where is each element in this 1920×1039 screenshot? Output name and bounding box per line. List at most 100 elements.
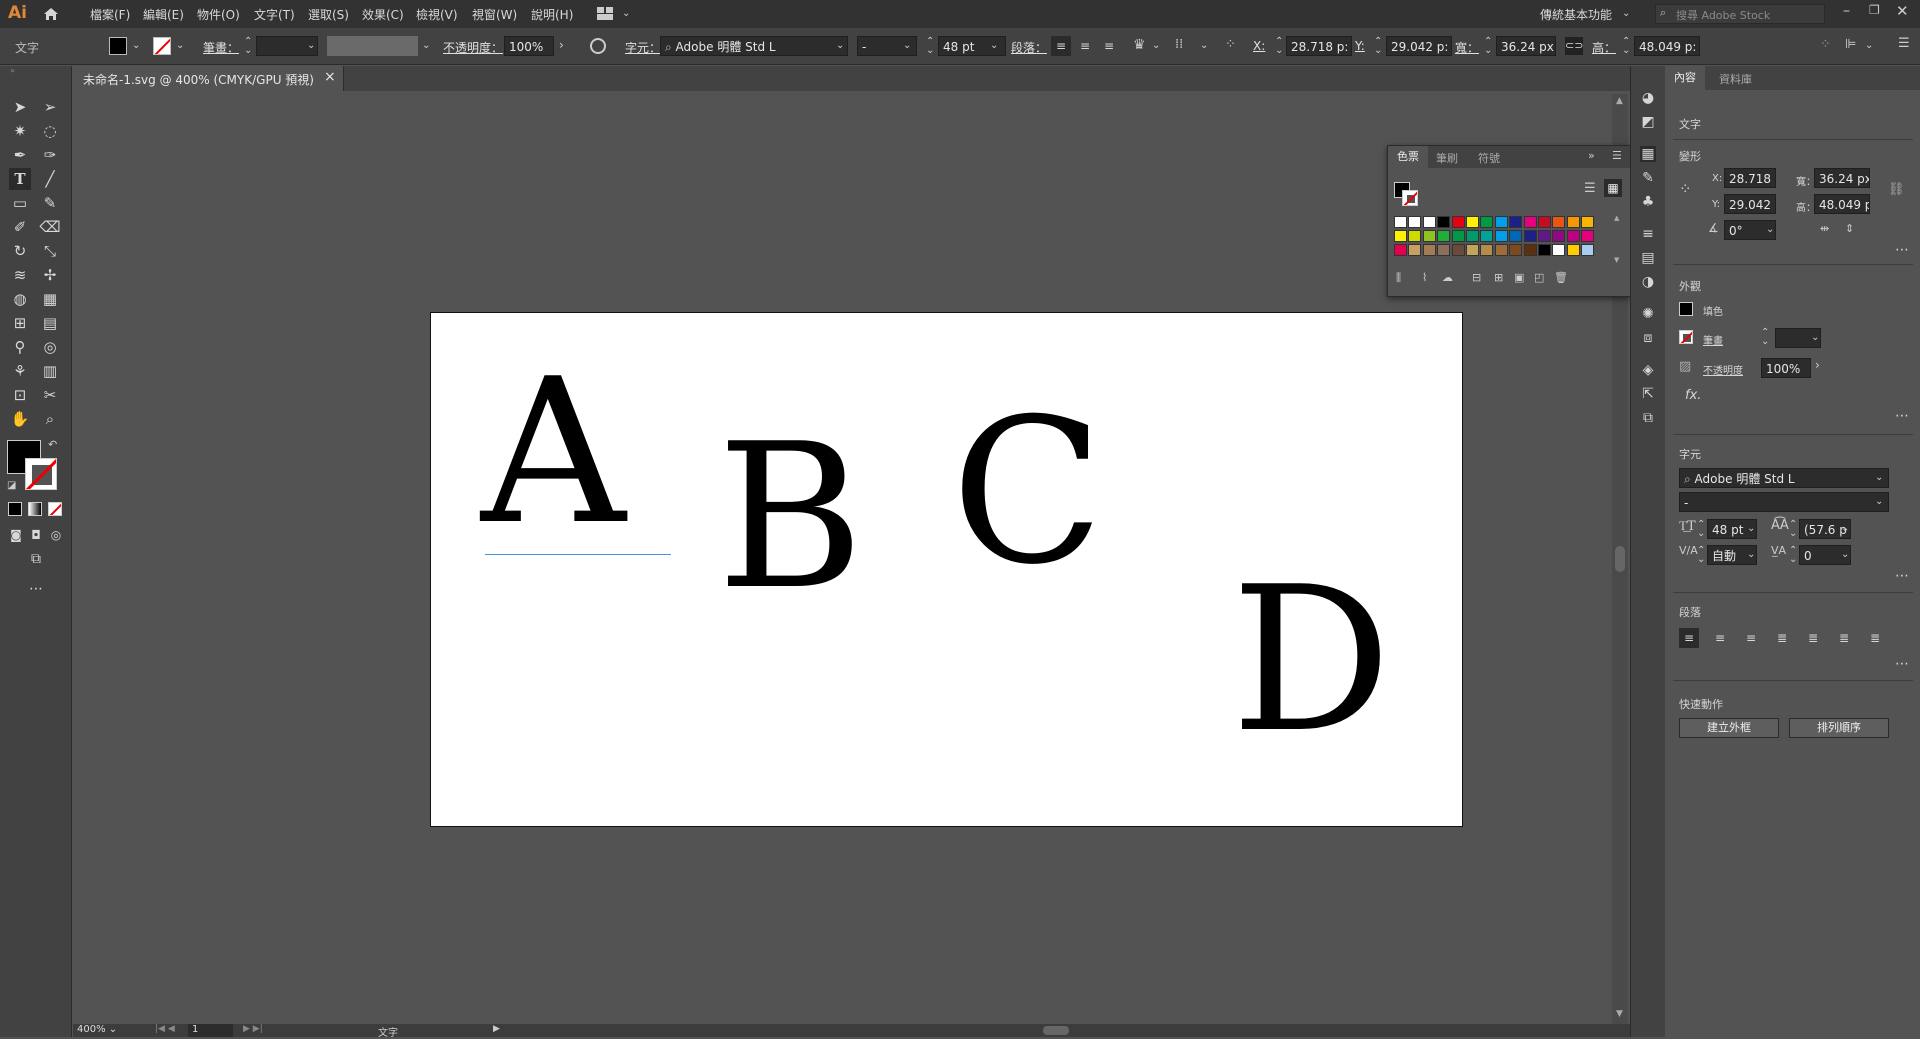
chevron-down-icon[interactable]: ⌄ bbox=[1200, 40, 1208, 51]
rectangle-tool-icon[interactable]: ▭ bbox=[9, 192, 31, 214]
graphic-styles-icon[interactable]: ⧈ bbox=[1640, 330, 1656, 346]
x-field[interactable]: 28.718 p bbox=[1724, 168, 1776, 188]
more-options-icon[interactable]: ⋯ bbox=[1895, 242, 1910, 258]
opacity-field[interactable]: 100% bbox=[1761, 358, 1811, 378]
perspective-grid-icon[interactable]: ▦ bbox=[39, 288, 61, 310]
stroke-swatch[interactable] bbox=[153, 37, 171, 55]
zoom-tool-icon[interactable]: ⌕ bbox=[39, 408, 61, 430]
workspace-switcher[interactable]: 傳統基本功能 bbox=[1540, 6, 1612, 23]
column-graph-icon[interactable]: ▥ bbox=[39, 360, 61, 382]
horizontal-scroll-thumb[interactable] bbox=[1043, 1026, 1069, 1035]
color-swatch[interactable] bbox=[1494, 244, 1508, 256]
grid-view-icon[interactable]: ▦ bbox=[1604, 179, 1622, 197]
appearance-panel-icon[interactable]: ✺ bbox=[1640, 306, 1656, 322]
color-swatch[interactable] bbox=[1552, 216, 1566, 228]
stroke-color-box[interactable] bbox=[25, 458, 57, 490]
chevron-right-icon[interactable]: › bbox=[559, 38, 564, 52]
chevron-down-icon[interactable]: ⌄ bbox=[990, 40, 998, 51]
rotate-tool-icon[interactable]: ↻ bbox=[9, 240, 31, 262]
menu-file[interactable]: 檔案(F) bbox=[90, 6, 130, 23]
color-swatch[interactable] bbox=[1466, 244, 1479, 256]
x-stepper[interactable]: ⌃ ⌄ bbox=[1275, 37, 1283, 56]
gradient-tool-icon[interactable]: ▤ bbox=[39, 312, 61, 334]
letter-c[interactable]: C bbox=[951, 393, 1104, 593]
mesh-tool-icon[interactable]: ⊞ bbox=[9, 312, 31, 334]
flip-horizontal-icon[interactable]: ⇹ bbox=[1820, 222, 1829, 235]
width-field[interactable]: 36.24 px bbox=[1496, 36, 1556, 56]
swatch-kind-icon[interactable]: ⌇ bbox=[1422, 271, 1427, 284]
chevron-down-icon[interactable]: ⌄ bbox=[903, 40, 911, 51]
selection-tool-icon[interactable]: ➤ bbox=[9, 96, 31, 118]
color-swatch[interactable] bbox=[1581, 244, 1595, 256]
chevron-down-icon[interactable]: ⌄ bbox=[1875, 472, 1883, 483]
color-swatch[interactable] bbox=[1509, 230, 1523, 242]
constrain-proportions-icon[interactable]: ⛓ bbox=[1888, 182, 1905, 197]
artboard[interactable]: A B C D bbox=[430, 312, 1463, 827]
draw-normal-icon[interactable]: ◙ bbox=[5, 524, 27, 546]
chevron-down-icon[interactable]: ⌄ bbox=[1875, 496, 1883, 507]
home-icon[interactable] bbox=[42, 6, 60, 22]
cloud-icon[interactable]: ☁ bbox=[1442, 271, 1453, 284]
chevron-down-icon[interactable]: ⌄ bbox=[1747, 523, 1755, 534]
align-right-icon[interactable]: ≡ bbox=[1741, 628, 1761, 648]
color-swatch[interactable] bbox=[1437, 230, 1451, 242]
swatch-options-icon[interactable]: ⊟ bbox=[1472, 271, 1481, 284]
app-logo[interactable]: Ai bbox=[8, 3, 27, 23]
swap-colors-icon[interactable]: ↶ bbox=[48, 438, 57, 451]
artboards-panel-icon[interactable]: ⧉ bbox=[1640, 410, 1656, 426]
color-swatch[interactable] bbox=[1422, 244, 1436, 256]
menu-view[interactable]: 檢視(V) bbox=[416, 6, 458, 23]
height-field[interactable]: 48.049 px bbox=[1814, 194, 1870, 214]
flip-vertical-icon[interactable]: ⇕ bbox=[1845, 222, 1854, 235]
color-swatch[interactable] bbox=[1437, 244, 1451, 256]
color-swatch[interactable] bbox=[1566, 216, 1580, 228]
color-swatch[interactable] bbox=[1408, 244, 1422, 256]
color-swatch[interactable] bbox=[1538, 230, 1551, 242]
direct-selection-tool-icon[interactable]: ➢ bbox=[39, 96, 61, 118]
brushes-icon[interactable]: ✎ bbox=[1640, 170, 1656, 186]
chevron-down-icon[interactable]: ⌄ bbox=[132, 40, 140, 51]
chevron-right-icon[interactable]: › bbox=[1815, 358, 1820, 372]
menu-effect[interactable]: 效果(C) bbox=[362, 6, 404, 23]
export-icon[interactable]: ⇱ bbox=[1640, 386, 1656, 402]
none-mode-icon[interactable] bbox=[48, 502, 62, 516]
fill-swatch[interactable] bbox=[1679, 302, 1693, 316]
y-field[interactable]: 29.042 p: bbox=[1386, 36, 1452, 56]
document-tab[interactable]: 未命名-1.svg @ 400% (CMYK/GPU 預視) × bbox=[73, 66, 344, 91]
new-color-group-icon[interactable]: ⊞ bbox=[1494, 271, 1503, 284]
leading-stepper[interactable]: ⌃ ⌄ bbox=[1789, 520, 1797, 539]
menu-select[interactable]: 選取(S) bbox=[308, 6, 349, 23]
layers-icon[interactable]: ◈ bbox=[1640, 362, 1656, 378]
letter-a[interactable]: A bbox=[481, 353, 625, 553]
chevron-down-icon[interactable]: ⌄ bbox=[1841, 549, 1849, 560]
puppet-warp-icon[interactable]: ✢ bbox=[39, 264, 61, 286]
kerning-stepper[interactable]: ⌃ ⌄ bbox=[1697, 546, 1705, 565]
shaper-tool-icon[interactable]: ✐ bbox=[9, 216, 31, 238]
color-swatch[interactable] bbox=[1451, 216, 1465, 228]
chevron-down-icon[interactable]: ⌄ bbox=[622, 8, 630, 19]
reference-point-icon[interactable]: ⁘ bbox=[1225, 37, 1236, 52]
chevron-down-icon[interactable]: ⌄ bbox=[1766, 224, 1774, 235]
gradient-mode-icon[interactable] bbox=[28, 502, 42, 516]
align-right-icon[interactable]: ≡ bbox=[1099, 36, 1119, 56]
list-view-icon[interactable]: ☰ bbox=[1584, 181, 1596, 196]
pen-tool-icon[interactable]: ✒ bbox=[9, 144, 31, 166]
chevron-down-icon[interactable]: ⌄ bbox=[1811, 332, 1819, 343]
color-swatch[interactable] bbox=[1538, 216, 1551, 228]
color-swatch[interactable] bbox=[1394, 216, 1407, 228]
folder-icon[interactable]: ▣ bbox=[1514, 271, 1524, 284]
font-family-field[interactable]: ⌕ Adobe 明體 Std L bbox=[660, 36, 848, 56]
zoom-field[interactable]: 400% ⌄ bbox=[77, 1024, 137, 1037]
color-swatch[interactable] bbox=[1408, 230, 1422, 242]
chevron-down-icon[interactable]: ⌄ bbox=[1865, 40, 1873, 51]
more-tools-icon[interactable]: ⋯ bbox=[25, 578, 47, 600]
swatch-scroll-up-icon[interactable]: ▲ bbox=[1614, 214, 1619, 222]
chevron-down-icon[interactable]: ⌄ bbox=[836, 40, 844, 51]
justify-all-icon[interactable]: ≣ bbox=[1865, 628, 1885, 648]
fill-swatch[interactable] bbox=[109, 37, 127, 55]
height-stepper[interactable]: ⌃ ⌄ bbox=[1622, 37, 1630, 56]
symbol-sprayer-icon[interactable]: ⚘ bbox=[9, 360, 31, 382]
color-swatch[interactable] bbox=[1451, 230, 1465, 242]
chevron-down-icon[interactable]: ⌄ bbox=[1841, 523, 1849, 534]
y-field[interactable]: 29.042 p bbox=[1724, 194, 1776, 214]
